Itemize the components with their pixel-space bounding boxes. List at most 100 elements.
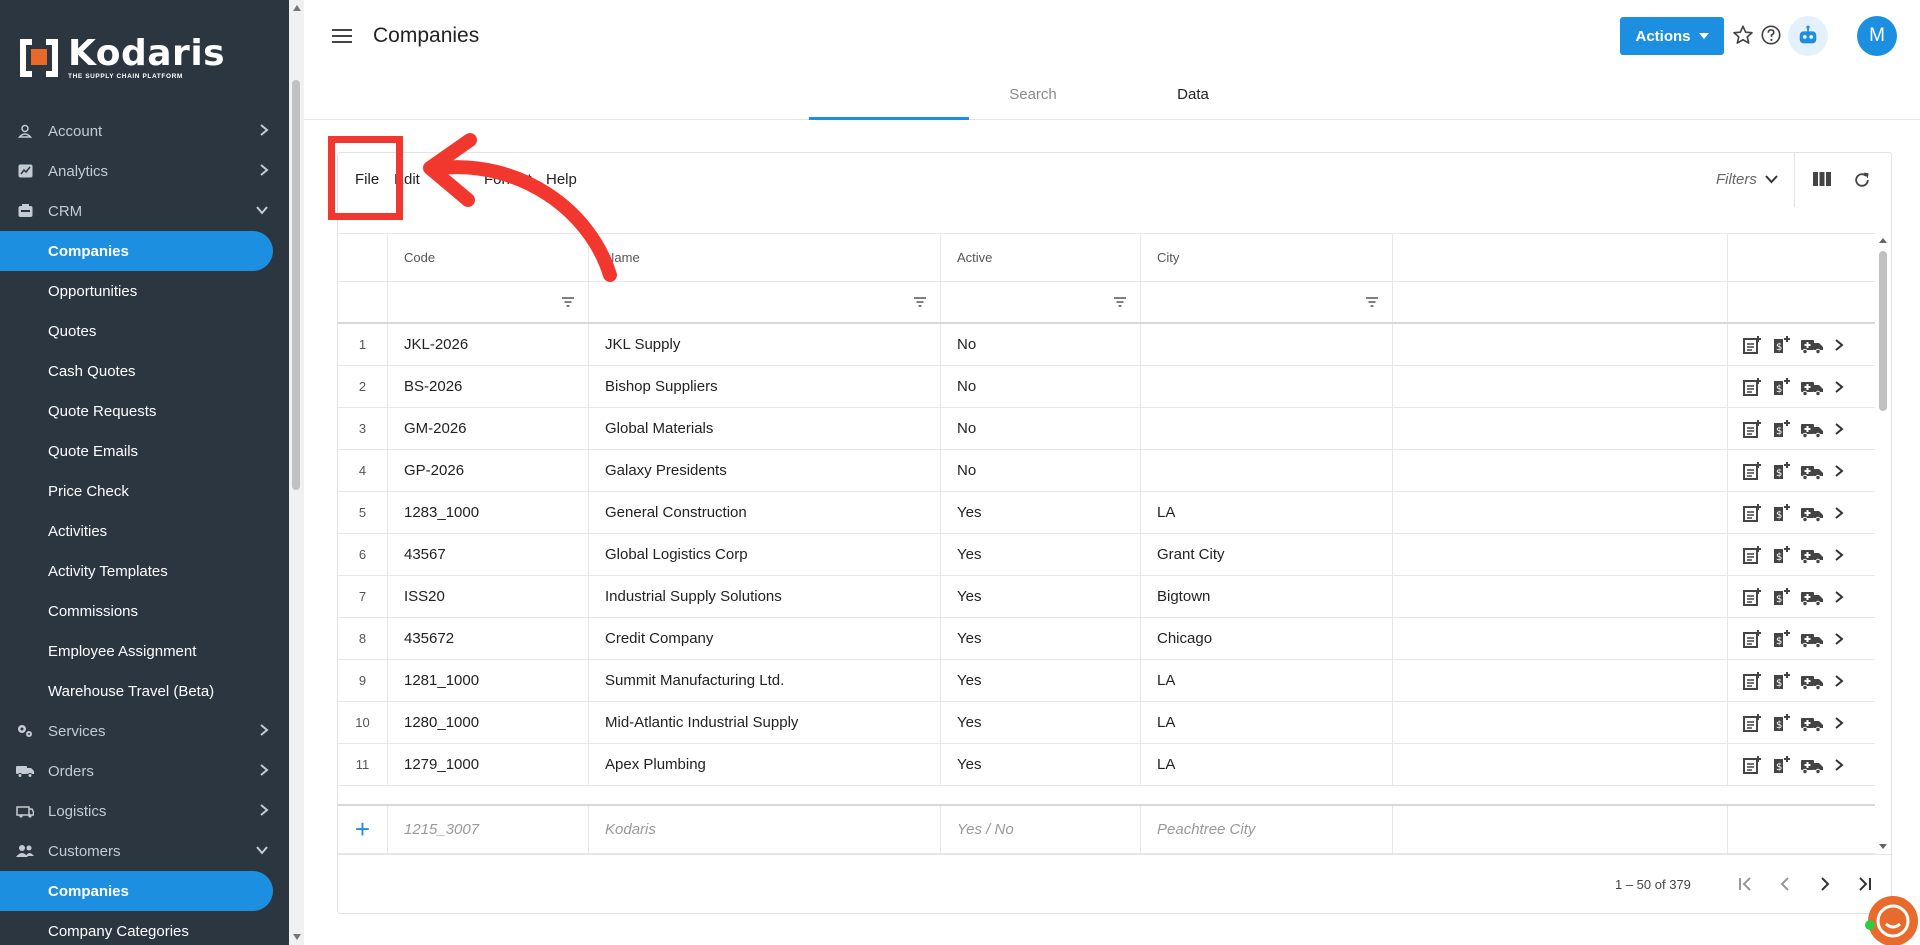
add-order-truck-icon[interactable] <box>1800 377 1824 397</box>
cell-name[interactable]: JKL Supply <box>589 324 941 365</box>
table-row[interactable]: 6 43567 Global Logistics Corp Yes Grant City… <box>338 534 1875 576</box>
cell-city[interactable]: Bigtown <box>1141 576 1393 617</box>
columns-icon[interactable] <box>1812 170 1832 193</box>
chevron-right-icon[interactable] <box>1833 755 1845 775</box>
kodaris-logo[interactable]: Kodaris THE SUPPLY CHAIN PLATFORM <box>18 36 225 80</box>
column-header-name[interactable]: Name <box>589 234 941 281</box>
tab-data[interactable]: Data <box>1113 86 1273 103</box>
cell-code[interactable]: 1283_1000 <box>388 492 589 533</box>
new-city-placeholder[interactable]: Peachtree City <box>1141 806 1393 853</box>
column-header-active[interactable]: Active <box>941 234 1141 281</box>
actions-button[interactable]: Actions <box>1620 17 1724 55</box>
add-quote-icon[interactable]: $ <box>1771 587 1791 607</box>
sidebar-item-orders[interactable]: Orders <box>0 751 289 791</box>
cell-name[interactable]: Galaxy Presidents <box>589 450 941 491</box>
cell-name[interactable]: Bishop Suppliers <box>589 366 941 407</box>
table-row[interactable]: 5 1283_1000 General Construction Yes LA $ <box>338 492 1875 534</box>
cell-name[interactable]: General Construction <box>589 492 941 533</box>
scroll-up-icon[interactable] <box>1877 235 1893 245</box>
sidebar-item-opportunities[interactable]: Opportunities <box>0 271 289 311</box>
cell-name[interactable]: Summit Manufacturing Ltd. <box>589 660 941 701</box>
sidebar-item-crm[interactable]: CRM <box>0 191 289 231</box>
add-note-icon[interactable] <box>1742 713 1762 733</box>
cell-city[interactable]: LA <box>1141 744 1393 785</box>
add-quote-icon[interactable]: $ <box>1771 419 1791 439</box>
grid-vertical-scrollbar[interactable] <box>1875 233 1891 853</box>
sidebar-item-analytics[interactable]: Analytics <box>0 151 289 191</box>
cell-name[interactable]: Global Logistics Corp <box>589 534 941 575</box>
cell-active[interactable]: No <box>941 324 1141 365</box>
add-note-icon[interactable] <box>1742 419 1762 439</box>
cell-name[interactable]: Global Materials <box>589 408 941 449</box>
new-code-placeholder[interactable]: 1215_3007 <box>388 806 589 853</box>
add-order-truck-icon[interactable] <box>1800 461 1824 481</box>
hamburger-menu-icon[interactable] <box>332 28 352 49</box>
assistant-bot-button[interactable] <box>1788 16 1828 56</box>
chevron-right-icon[interactable] <box>1833 629 1845 649</box>
chevron-right-icon[interactable] <box>1833 713 1845 733</box>
filter-city[interactable] <box>1141 282 1393 322</box>
new-name-placeholder[interactable]: Kodaris <box>589 806 941 853</box>
add-quote-icon[interactable]: $ <box>1771 713 1791 733</box>
sidebar-item-customers-companies[interactable]: Companies <box>0 871 273 911</box>
filter-icon[interactable] <box>914 297 926 307</box>
add-row-plus-icon[interactable]: + <box>338 806 388 853</box>
cell-active[interactable]: Yes <box>941 618 1141 659</box>
cell-code[interactable]: 1279_1000 <box>388 744 589 785</box>
add-note-icon[interactable] <box>1742 587 1762 607</box>
table-row[interactable]: 10 1280_1000 Mid-Atlantic Industrial Suppl… <box>338 702 1875 744</box>
table-row[interactable]: 4 GP-2026 Galaxy Presidents No $ <box>338 450 1875 492</box>
cell-city[interactable] <box>1141 366 1393 407</box>
add-quote-icon[interactable]: $ <box>1771 755 1791 775</box>
cell-name[interactable]: Credit Company <box>589 618 941 659</box>
cell-name[interactable]: Apex Plumbing <box>589 744 941 785</box>
add-note-icon[interactable] <box>1742 377 1762 397</box>
cell-active[interactable]: Yes <box>941 534 1141 575</box>
table-row[interactable]: 7 ISS20 Industrial Supply Solutions Yes Bigt… <box>338 576 1875 618</box>
add-note-icon[interactable] <box>1742 461 1762 481</box>
add-order-truck-icon[interactable] <box>1800 713 1824 733</box>
add-quote-icon[interactable]: $ <box>1771 335 1791 355</box>
chevron-right-icon[interactable] <box>1833 461 1845 481</box>
sidebar-item-crm-companies[interactable]: Companies <box>0 231 273 271</box>
add-order-truck-icon[interactable] <box>1800 503 1824 523</box>
add-quote-icon[interactable]: $ <box>1771 377 1791 397</box>
add-quote-icon[interactable]: $ <box>1771 503 1791 523</box>
sidebar-item-employee-assignment[interactable]: Employee Assignment <box>0 631 289 671</box>
chevron-right-icon[interactable] <box>1833 587 1845 607</box>
sidebar-item-price-check[interactable]: Price Check <box>0 471 289 511</box>
first-page-icon[interactable] <box>1736 875 1754 898</box>
cell-code[interactable]: BS-2026 <box>388 366 589 407</box>
sidebar-item-company-categories[interactable]: Company Categories <box>0 911 289 945</box>
filter-active[interactable] <box>941 282 1141 322</box>
cell-code[interactable]: 435672 <box>388 618 589 659</box>
sidebar-item-customers[interactable]: Customers <box>0 831 289 871</box>
cell-city[interactable]: LA <box>1141 702 1393 743</box>
add-quote-icon[interactable]: $ <box>1771 545 1791 565</box>
cell-active[interactable]: No <box>941 366 1141 407</box>
cell-code[interactable]: ISS20 <box>388 576 589 617</box>
cell-code[interactable]: 1281_1000 <box>388 660 589 701</box>
add-note-icon[interactable] <box>1742 545 1762 565</box>
chevron-right-icon[interactable] <box>1833 377 1845 397</box>
add-quote-icon[interactable]: $ <box>1771 461 1791 481</box>
cell-code[interactable]: GM-2026 <box>388 408 589 449</box>
sidebar-item-account[interactable]: Account <box>0 111 289 151</box>
sidebar-item-activity-templates[interactable]: Activity Templates <box>0 551 289 591</box>
add-order-truck-icon[interactable] <box>1800 629 1824 649</box>
grid-scrollbar-thumb[interactable] <box>1879 251 1887 411</box>
add-note-icon[interactable] <box>1742 503 1762 523</box>
cell-name[interactable]: Mid-Atlantic Industrial Supply <box>589 702 941 743</box>
add-quote-icon[interactable]: $ <box>1771 671 1791 691</box>
table-row[interactable]: 8 435672 Credit Company Yes Chicago $ <box>338 618 1875 660</box>
sidebar-item-warehouse-travel[interactable]: Warehouse Travel (Beta) <box>0 671 289 711</box>
new-active-placeholder[interactable]: Yes / No <box>941 806 1141 853</box>
add-note-icon[interactable] <box>1742 755 1762 775</box>
cell-city[interactable]: Chicago <box>1141 618 1393 659</box>
cell-active[interactable]: Yes <box>941 660 1141 701</box>
chevron-right-icon[interactable] <box>1833 671 1845 691</box>
cell-city[interactable] <box>1141 450 1393 491</box>
filter-icon[interactable] <box>1366 297 1378 307</box>
chevron-right-icon[interactable] <box>1833 419 1845 439</box>
support-chat-button[interactable] <box>1868 896 1918 945</box>
